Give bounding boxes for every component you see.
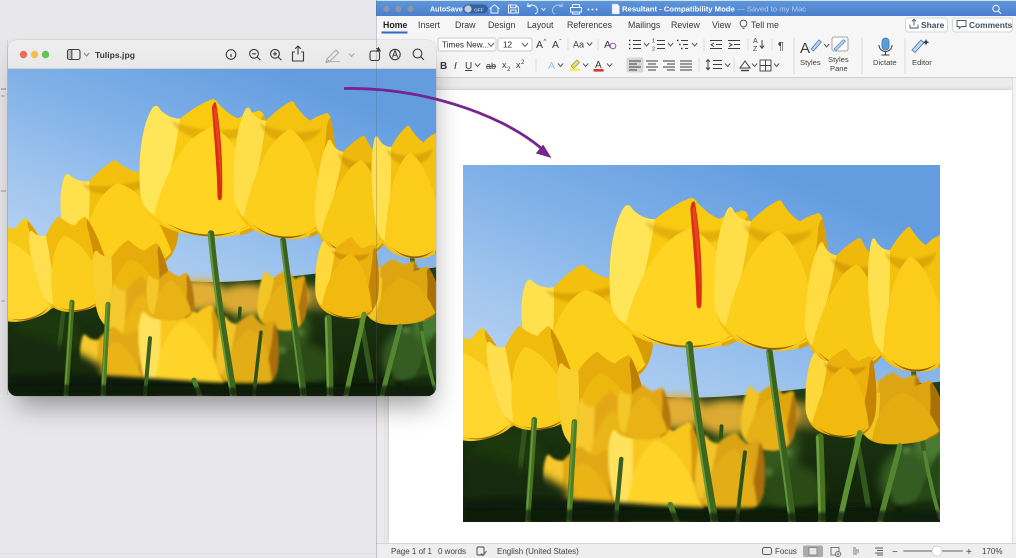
svg-text:ˇ: ˇ <box>560 40 562 46</box>
svg-text:References: References <box>567 20 613 30</box>
svg-text:2: 2 <box>652 47 655 53</box>
svg-text:Mailings: Mailings <box>628 20 661 30</box>
svg-text:Z: Z <box>753 46 758 53</box>
svg-text:Home: Home <box>383 20 408 30</box>
svg-text:Resultant - Compatibility Mo: Resultant - Compatibility Mode — Saved t… <box>622 5 806 14</box>
svg-text:A: A <box>548 60 555 72</box>
svg-text:Comments: Comments <box>969 20 1013 30</box>
svg-text:Styles: Styles <box>800 58 821 67</box>
svg-text:Times New...: Times New... <box>442 41 489 50</box>
svg-text:A: A <box>753 38 758 45</box>
svg-text:−: − <box>892 547 898 558</box>
svg-text:Design: Design <box>488 20 515 30</box>
svg-text:^: ^ <box>544 39 547 45</box>
svg-text:A: A <box>552 39 559 51</box>
svg-text:Tulips.jpg: Tulips.jpg <box>95 50 135 60</box>
svg-text:I: I <box>454 61 457 72</box>
svg-text:A: A <box>536 39 543 51</box>
svg-text:170%: 170% <box>982 547 1002 556</box>
svg-text:¶: ¶ <box>778 41 784 53</box>
svg-text:U: U <box>465 61 472 72</box>
svg-text:Page 1 of 1: Page 1 of 1 <box>391 547 432 556</box>
svg-text:English (United States): English (United States) <box>497 547 579 556</box>
svg-text:Dictate: Dictate <box>873 58 897 67</box>
svg-text:2: 2 <box>521 60 525 66</box>
svg-text:View: View <box>712 20 732 30</box>
svg-text:1: 1 <box>652 39 655 45</box>
svg-text:12: 12 <box>503 41 513 50</box>
svg-text:Tell me: Tell me <box>751 20 779 30</box>
svg-text:Pane: Pane <box>830 64 848 73</box>
svg-text:Editor: Editor <box>912 58 932 67</box>
svg-text:2: 2 <box>507 67 511 73</box>
svg-text:0 words: 0 words <box>438 547 466 556</box>
svg-text:A: A <box>800 40 810 57</box>
svg-text:Share: Share <box>921 20 945 30</box>
svg-text:Review: Review <box>671 20 700 30</box>
svg-text:Aa: Aa <box>573 40 584 50</box>
svg-text:Styles: Styles <box>828 55 849 64</box>
svg-text:Focus: Focus <box>775 547 797 556</box>
svg-text:B: B <box>440 61 447 72</box>
svg-text:Insert: Insert <box>418 20 441 30</box>
svg-text:AutoSave: AutoSave <box>430 6 463 14</box>
svg-text:Draw: Draw <box>455 20 476 30</box>
svg-text:OFF: OFF <box>474 7 484 13</box>
svg-text:ab: ab <box>486 61 496 71</box>
svg-text:+: + <box>966 547 972 558</box>
svg-text:Layout: Layout <box>527 20 554 30</box>
